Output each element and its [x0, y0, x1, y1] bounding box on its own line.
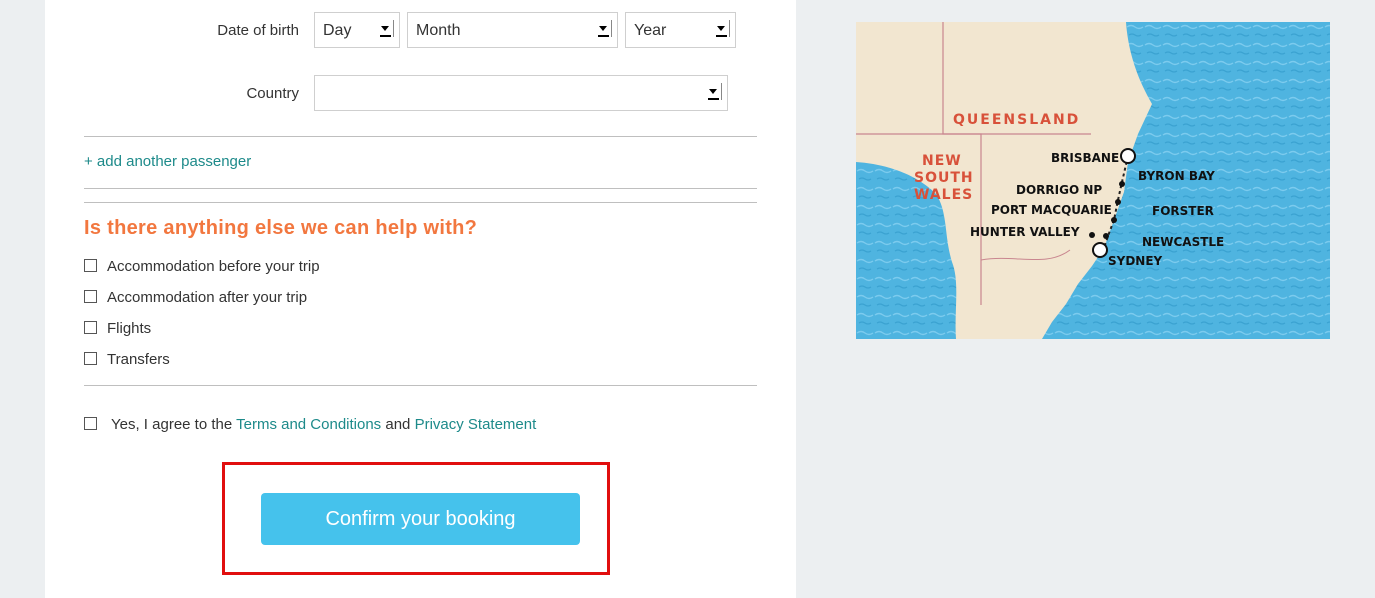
- divider: [84, 188, 757, 189]
- divider: [84, 136, 757, 137]
- place-label-sydney: SYDNEY: [1108, 254, 1163, 268]
- option-label: Accommodation before your trip: [107, 258, 320, 275]
- option-label: Accommodation after your trip: [107, 289, 308, 306]
- terms-agreement: Yes, I agree to the Terms and Conditions…: [84, 416, 536, 433]
- country-label: Country: [246, 85, 299, 102]
- checkbox[interactable]: [84, 352, 97, 365]
- divider: [84, 202, 757, 203]
- confirm-booking-button[interactable]: Confirm your booking: [261, 493, 580, 545]
- state-label-new: NEW: [922, 153, 962, 169]
- place-label-byron-bay: BYRON BAY: [1138, 169, 1215, 183]
- stop-marker: [1103, 233, 1109, 239]
- dropdown-arrow-icon: [708, 83, 722, 100]
- stop-marker: [1119, 181, 1125, 187]
- privacy-link[interactable]: Privacy Statement: [415, 416, 537, 433]
- place-label-brisbane: BRISBANE: [1051, 151, 1119, 165]
- state-label-queensland: QUEENSLAND: [953, 112, 1080, 128]
- add-passenger-link[interactable]: + add another passenger: [84, 153, 251, 170]
- dob-year-select[interactable]: Year: [625, 12, 736, 48]
- dropdown-arrow-icon: [716, 20, 730, 37]
- stop-marker: [1111, 217, 1117, 223]
- terms-link[interactable]: Terms and Conditions: [236, 416, 381, 433]
- option-transfers[interactable]: Transfers: [84, 351, 170, 371]
- help-heading: Is there anything else we can help with?: [84, 217, 478, 239]
- country-select[interactable]: [314, 75, 728, 111]
- place-label-port-macquarie: PORT MACQUARIE: [991, 203, 1112, 217]
- route-map: QUEENSLAND NEW SOUTH WALES BRISBANE BYRO…: [856, 22, 1330, 339]
- agree-checkbox[interactable]: [84, 417, 97, 430]
- dob-day-value: Day: [323, 22, 352, 39]
- checkbox[interactable]: [84, 259, 97, 272]
- stop-marker: [1115, 199, 1121, 205]
- divider: [84, 385, 757, 386]
- place-label-newcastle: NEWCASTLE: [1142, 235, 1224, 249]
- dropdown-arrow-icon: [598, 20, 612, 37]
- stop-marker: [1089, 232, 1095, 238]
- dropdown-arrow-icon: [380, 20, 394, 37]
- dob-month-select[interactable]: Month: [407, 12, 618, 48]
- checkbox[interactable]: [84, 321, 97, 334]
- dob-year-value: Year: [634, 22, 667, 39]
- option-flights[interactable]: Flights: [84, 320, 151, 340]
- star-icon: [1092, 242, 1108, 258]
- option-label: Transfers: [107, 351, 170, 368]
- option-accommodation-after[interactable]: Accommodation after your trip: [84, 289, 307, 309]
- agree-and: and: [381, 416, 415, 433]
- state-label-wales: WALES: [914, 187, 973, 203]
- option-label: Flights: [107, 320, 152, 337]
- option-accommodation-before[interactable]: Accommodation before your trip: [84, 258, 320, 278]
- checkbox[interactable]: [84, 290, 97, 303]
- dob-month-value: Month: [416, 22, 461, 39]
- place-label-dorrigo: DORRIGO NP: [1016, 183, 1102, 197]
- dob-label: Date of birth: [217, 22, 299, 39]
- state-label-south: SOUTH: [914, 170, 974, 186]
- star-icon: [1120, 148, 1136, 164]
- dob-day-select[interactable]: Day: [314, 12, 400, 48]
- agree-prefix: Yes, I agree to the: [111, 416, 237, 433]
- place-label-hunter-valley: HUNTER VALLEY: [970, 225, 1080, 239]
- place-label-forster: FORSTER: [1152, 204, 1214, 218]
